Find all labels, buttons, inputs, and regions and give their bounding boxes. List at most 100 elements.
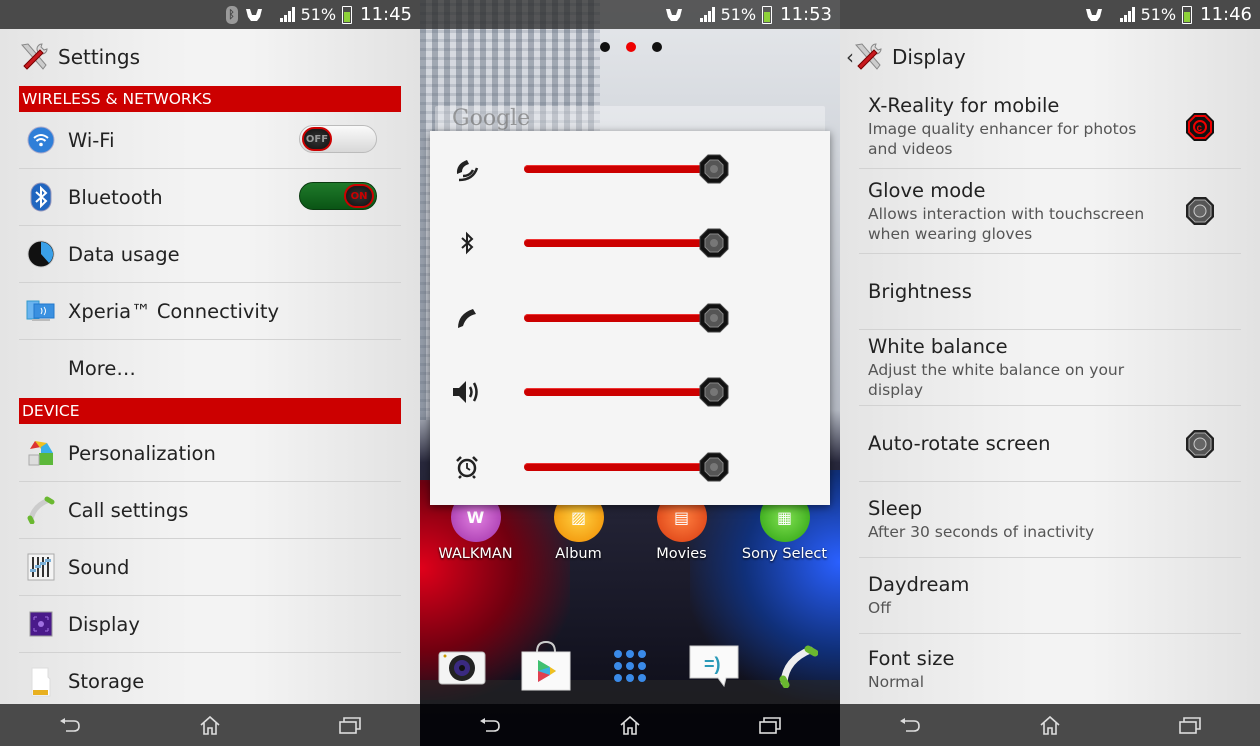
battery-percent: 51% bbox=[300, 5, 337, 24]
page-dot[interactable] bbox=[626, 42, 636, 52]
action-bar[interactable]: ‹ Display bbox=[840, 29, 1260, 85]
svg-text:=): =) bbox=[704, 654, 721, 674]
settings-item-sound[interactable]: Sound bbox=[19, 539, 401, 596]
camera-icon bbox=[438, 651, 486, 685]
settings-item-call-settings[interactable]: Call settings bbox=[19, 482, 401, 539]
settings-item-bluetooth[interactable]: Bluetooth ON bbox=[19, 169, 401, 226]
setting-glove-mode[interactable]: Glove mode Allows interaction with touch… bbox=[859, 169, 1241, 254]
setting-font-size[interactable]: Font size Normal bbox=[859, 634, 1241, 704]
volume-slider-media[interactable] bbox=[524, 377, 729, 407]
auto-rotate-checkbox[interactable] bbox=[1185, 429, 1215, 459]
page-indicator bbox=[600, 42, 662, 52]
xperia-connectivity-icon bbox=[26, 296, 56, 326]
slider-thumb[interactable] bbox=[699, 452, 729, 482]
back-button[interactable] bbox=[40, 705, 100, 745]
app-label: WALKMAN bbox=[438, 546, 513, 562]
bluetooth-icon bbox=[452, 228, 482, 258]
volume-slider-alarm[interactable] bbox=[524, 452, 729, 482]
setting-sleep[interactable]: Sleep After 30 seconds of inactivity bbox=[859, 482, 1241, 558]
wifi-toggle[interactable]: OFF bbox=[299, 125, 377, 153]
dock-play-store[interactable] bbox=[516, 640, 576, 692]
dock-phone[interactable] bbox=[768, 640, 828, 692]
battery-icon bbox=[762, 5, 773, 24]
page-title: Display bbox=[892, 45, 966, 69]
setting-auto-rotate[interactable]: Auto-rotate screen bbox=[859, 406, 1241, 482]
messaging-icon: =) bbox=[689, 645, 739, 688]
home-button[interactable] bbox=[180, 705, 240, 745]
phone-icon bbox=[26, 495, 56, 525]
settings-item-storage[interactable]: Storage bbox=[19, 653, 401, 710]
section-header-device: DEVICE bbox=[19, 398, 401, 424]
display-settings-screen: 51% 11:46 ‹ Display X-Reality for mobile… bbox=[840, 0, 1260, 746]
setting-x-reality[interactable]: X-Reality for mobile Image quality enhan… bbox=[859, 85, 1241, 169]
dock-camera[interactable] bbox=[432, 640, 492, 692]
play-store-icon bbox=[521, 640, 571, 691]
display-icon bbox=[26, 609, 56, 639]
stamina-icon bbox=[1085, 8, 1102, 21]
slider-fill bbox=[524, 314, 714, 322]
home-volume-screen: 51% 11:53 Google W WALKMAN ▨ Album ▤ Movies… bbox=[420, 0, 840, 746]
bluetooth-toggle[interactable]: ON bbox=[299, 182, 377, 210]
toggle-knob: OFF bbox=[302, 127, 332, 151]
recent-apps-button[interactable] bbox=[1160, 705, 1220, 745]
setting-white-balance[interactable]: White balance Adjust the white balance o… bbox=[859, 330, 1241, 406]
settings-item-wifi[interactable]: Wi-Fi OFF bbox=[19, 112, 401, 169]
bluetooth-icon: ᛒ bbox=[225, 5, 238, 24]
page-dot[interactable] bbox=[600, 42, 610, 52]
back-button[interactable] bbox=[460, 705, 520, 745]
slider-thumb[interactable] bbox=[699, 228, 729, 258]
signal-icon bbox=[1119, 7, 1135, 22]
back-icon bbox=[480, 718, 500, 732]
recent-apps-icon bbox=[759, 717, 781, 734]
status-bar: 51% 11:53 bbox=[420, 0, 840, 29]
volume-row-in-call bbox=[430, 139, 830, 199]
volume-row-ringtone bbox=[430, 288, 830, 348]
settings-item-label: Call settings bbox=[68, 498, 189, 522]
slider-fill bbox=[524, 165, 714, 173]
stamina-icon bbox=[665, 8, 682, 21]
setting-title: White balance bbox=[868, 335, 1008, 358]
svg-text:c: c bbox=[1197, 123, 1203, 134]
back-button[interactable] bbox=[880, 705, 940, 745]
settings-item-personalization[interactable]: Personalization bbox=[19, 425, 401, 482]
setting-summary: Adjust the white balance on your display bbox=[868, 361, 1125, 399]
call-volume-icon bbox=[452, 154, 482, 184]
stamina-icon bbox=[245, 8, 262, 21]
dock-messaging[interactable]: =) bbox=[684, 640, 744, 692]
volume-slider-bluetooth[interactable] bbox=[524, 228, 729, 258]
setting-summary: Image quality enhancer for photos and vi… bbox=[868, 120, 1137, 158]
slider-thumb[interactable] bbox=[699, 303, 729, 333]
recent-apps-button[interactable] bbox=[740, 705, 800, 745]
glove-mode-checkbox[interactable] bbox=[1185, 196, 1215, 226]
settings-item-label: Bluetooth bbox=[68, 185, 163, 209]
recent-apps-button[interactable] bbox=[320, 705, 380, 745]
home-icon bbox=[1040, 715, 1060, 735]
settings-item-more[interactable]: More… bbox=[19, 340, 401, 397]
settings-item-label: Wi-Fi bbox=[68, 128, 115, 152]
settings-icon bbox=[21, 43, 48, 70]
setting-title: Brightness bbox=[868, 280, 972, 303]
volume-slider-ringtone[interactable] bbox=[524, 303, 729, 333]
setting-summary: Allows interaction with touchscreen when… bbox=[868, 204, 1145, 243]
x-reality-checkbox[interactable]: c bbox=[1185, 112, 1215, 142]
status-bar: 51% 11:46 bbox=[840, 0, 1260, 29]
clock: 11:53 bbox=[780, 4, 832, 25]
equalizer-icon bbox=[26, 552, 56, 582]
slider-thumb[interactable] bbox=[699, 154, 729, 184]
settings-item-data-usage[interactable]: Data usage bbox=[19, 226, 401, 283]
home-icon bbox=[200, 715, 220, 735]
page-dot[interactable] bbox=[652, 42, 662, 52]
slider-fill bbox=[524, 463, 714, 471]
slider-thumb[interactable] bbox=[699, 377, 729, 407]
action-bar: Settings bbox=[0, 29, 420, 85]
signal-icon bbox=[699, 7, 715, 22]
dock-app-drawer[interactable] bbox=[600, 640, 660, 692]
settings-item-xperia-connectivity[interactable]: Xperia™ Connectivity bbox=[19, 283, 401, 340]
volume-slider-in-call[interactable] bbox=[524, 154, 729, 184]
settings-item-display[interactable]: Display bbox=[19, 596, 401, 653]
setting-daydream[interactable]: Daydream Off bbox=[859, 558, 1241, 634]
battery-icon bbox=[342, 5, 353, 24]
setting-brightness[interactable]: Brightness bbox=[859, 254, 1241, 330]
home-button[interactable] bbox=[600, 705, 660, 745]
home-button[interactable] bbox=[1020, 705, 1080, 745]
